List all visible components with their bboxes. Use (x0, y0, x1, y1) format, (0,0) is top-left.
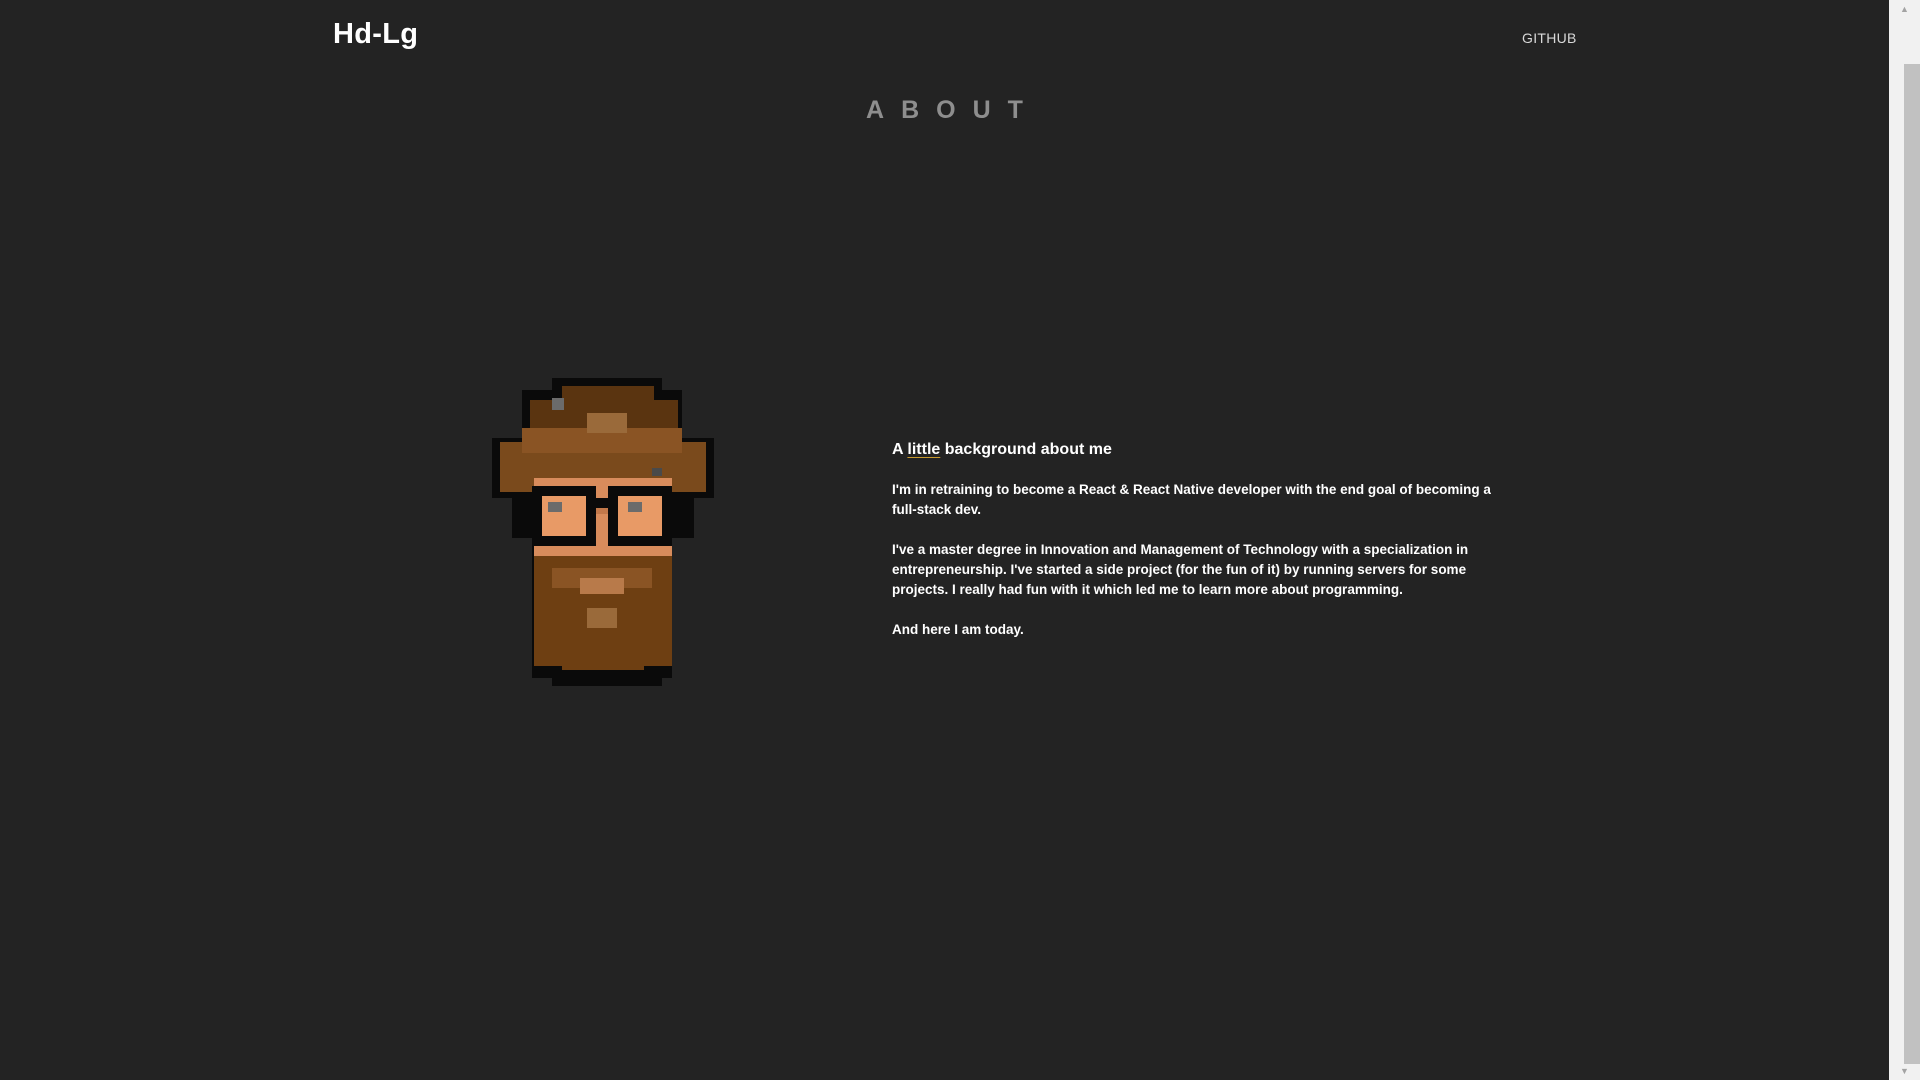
about-heading-suffix: background about me (940, 441, 1112, 458)
scroll-down-arrow-icon[interactable]: ▼ (1889, 1062, 1920, 1080)
scrollbar-thumb[interactable] (1904, 64, 1920, 1064)
scroll-up-arrow-icon[interactable]: ▲ (1889, 0, 1920, 18)
avatar-pixel-art-icon (492, 378, 714, 686)
brand-logo[interactable]: Hd-Lg (333, 18, 418, 51)
section-title: ABOUT (866, 96, 1040, 124)
about-content: A little background about me I'm in retr… (892, 439, 1512, 660)
about-heading-prefix: A (892, 441, 908, 458)
about-paragraph: I'm in retraining to become a React & Re… (892, 482, 1491, 517)
about-paragraph: I've a master degree in Innovation and M… (892, 542, 1469, 597)
scrollbar[interactable]: ▲ ▼ (1889, 0, 1920, 1080)
about-heading: A little background about me (892, 439, 1512, 461)
nav-link-github[interactable]: GITHUB (1522, 30, 1577, 46)
page: Hd-Lg GITHUB ABOUT A little background a… (0, 0, 1889, 1080)
about-paragraph: And here I am today. (892, 622, 1024, 637)
about-heading-emphasis: little (907, 441, 941, 458)
